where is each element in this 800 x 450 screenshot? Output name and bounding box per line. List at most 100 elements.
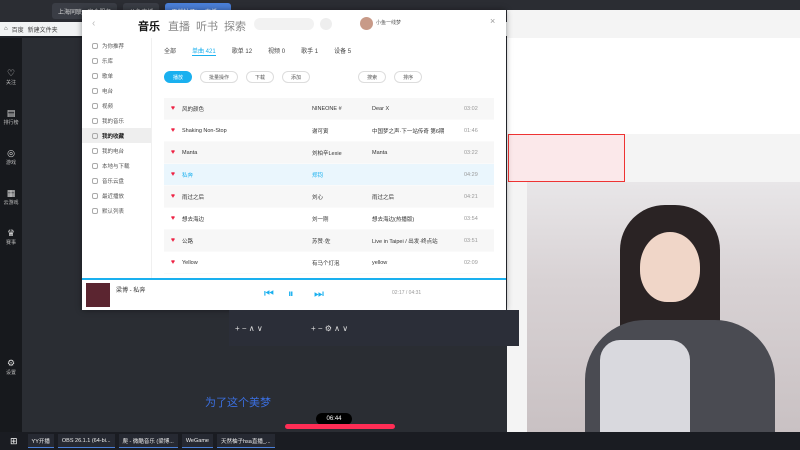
song-duration: 03:22 — [464, 149, 478, 156]
windows-start-icon[interactable]: ⊞ — [4, 436, 24, 447]
sidebar-item[interactable]: 我的音乐 — [82, 113, 151, 128]
sidebar-item-label: 本地与下载 — [102, 163, 130, 170]
heart-icon[interactable]: ♥ — [164, 105, 182, 112]
heart-icon[interactable]: ♥ — [164, 237, 182, 244]
song-title: 公路 — [182, 238, 194, 245]
close-icon[interactable]: × — [490, 16, 495, 26]
rail-item-game[interactable]: ◎ 游戏 — [6, 148, 16, 166]
tab-all[interactable]: 全部 — [164, 46, 176, 56]
nav-live[interactable]: 直播 — [168, 18, 190, 34]
play-all-button[interactable]: 播放 — [164, 71, 193, 83]
taskbar-yy[interactable]: YY开播 — [27, 434, 54, 448]
song-row[interactable]: ♥ Manta 刘柏辛Lexie Manta 03:22 — [164, 142, 494, 164]
sidebar-item-icon — [92, 147, 98, 154]
sidebar-item-label: 我的收藏 — [102, 133, 125, 140]
settings-icon: ⚙ — [6, 358, 16, 368]
sidebar-item-icon — [92, 132, 98, 139]
heart-icon[interactable]: ♥ — [164, 149, 182, 156]
taskbar-obs[interactable]: OBS 26.1.1 (64-bi... — [57, 434, 115, 448]
tab-devices[interactable]: 设备 5 — [334, 46, 351, 56]
song-row[interactable]: ♥ 想去海边 刘一刚 想去海边(热播版) 03:54 — [164, 208, 494, 230]
heart-icon[interactable]: ♥ — [164, 127, 182, 134]
nav-explore[interactable]: 探索 — [224, 18, 246, 34]
rail-item-rank[interactable]: ▤ 排行榜 — [3, 108, 18, 126]
sidebar-item[interactable]: 乐库 — [82, 53, 151, 68]
nav-music[interactable]: 音乐 — [138, 18, 160, 34]
sidebar-item[interactable]: 音乐云盘 — [82, 173, 151, 188]
sidebar-item[interactable]: 我的电台 — [82, 143, 151, 158]
sort-button[interactable]: 排序 — [394, 71, 423, 83]
rank-icon: ▤ — [6, 108, 16, 118]
sidebar-item-label: 歌单 — [102, 73, 114, 80]
mic-icon[interactable] — [320, 18, 332, 30]
rail-item-cloud[interactable]: ▦ 云游戏 — [3, 188, 18, 206]
taskbar-wegame[interactable]: WeGame — [181, 434, 213, 448]
rail-item-follow[interactable]: ♡ 关注 — [6, 68, 16, 86]
sidebar-item-icon — [92, 117, 98, 124]
sidebar-item[interactable]: 最近播放 — [82, 188, 151, 203]
rail-item-settings[interactable]: ⚙ 设置 — [6, 358, 16, 376]
rail-label: 排行榜 — [3, 120, 19, 126]
sidebar-item[interactable]: 本地与下载 — [82, 158, 151, 173]
sidebar-item[interactable]: 歌单 — [82, 68, 151, 83]
sidebar-item[interactable]: 视频 — [82, 98, 151, 113]
heart-icon[interactable]: ♥ — [164, 193, 182, 200]
previous-icon[interactable]: ⏮ — [264, 288, 274, 301]
next-icon[interactable]: ⏭ — [314, 288, 324, 301]
heart-icon[interactable]: ♥ — [164, 171, 182, 178]
album-cover[interactable] — [86, 283, 110, 307]
library-tabs: 全部 单曲 421 歌单 12 视频 0 歌手 1 设备 5 — [164, 46, 351, 56]
webcam-person-shirt — [600, 340, 690, 432]
song-row[interactable]: ♥ 私奔 郑钧 04:29 — [164, 164, 494, 186]
store-icon: ▦ — [6, 188, 16, 198]
song-row[interactable]: ♥ Shaking Non-Stop 谢可寅 中国梦之声·下一站传奇 第6期 01:46 — [164, 120, 494, 142]
song-album: 雨过之后 — [372, 194, 395, 201]
live-status-bar — [285, 424, 395, 429]
playback-time: 02:17 / 04:31 — [392, 290, 422, 296]
tab-songs[interactable]: 单曲 421 — [192, 46, 216, 56]
sidebar-item[interactable]: 为你推荐 — [82, 38, 151, 53]
heart-icon[interactable]: ♥ — [164, 215, 182, 222]
tab-playlists[interactable]: 歌单 12 — [232, 46, 252, 56]
search-input[interactable] — [254, 18, 314, 30]
add-scene-icon[interactable]: + − ⚙ ∧ ∨ — [311, 324, 348, 333]
tab-artists[interactable]: 歌手 1 — [301, 46, 318, 56]
song-duration: 02:09 — [464, 259, 478, 266]
home-icon[interactable]: ⌂ — [4, 26, 8, 32]
add-source-icon[interactable]: + − ∧ ∨ — [235, 324, 263, 333]
nav-audiobook[interactable]: 听书 — [196, 18, 218, 34]
rail-item-events[interactable]: ♛ 赛事 — [6, 228, 16, 246]
sidebar-item-label: 最近播放 — [102, 193, 125, 200]
song-row[interactable]: ♥ 风的颜色 NINEONE # Dear X 03:02 — [164, 98, 494, 120]
avatar[interactable] — [360, 17, 373, 30]
selected-source-box[interactable] — [508, 134, 625, 182]
pause-icon[interactable]: ⏸ — [288, 288, 294, 301]
promo-banner[interactable] — [507, 38, 800, 134]
sidebar-item[interactable]: 电台 — [82, 83, 151, 98]
add-button[interactable]: 添加 — [282, 71, 311, 83]
username[interactable]: 小鱼一线梦 — [376, 19, 401, 26]
tab-videos[interactable]: 视频 0 — [268, 46, 285, 56]
song-duration: 01:46 — [464, 127, 478, 134]
download-button[interactable]: 下载 — [246, 71, 275, 83]
sidebar-item[interactable]: 默认列表 — [82, 203, 151, 218]
search-button[interactable]: 搜索 — [358, 71, 387, 83]
song-row[interactable]: ♥ Yellow 有马个灯泡 yellow 02:09 — [164, 252, 494, 274]
back-icon[interactable]: ‹ — [92, 18, 95, 29]
sidebar-item-icon — [92, 162, 98, 169]
song-artist: 刘柏辛Lexie — [312, 150, 342, 157]
taskbar-browser[interactable]: 天然柚子hsa直播_... — [216, 434, 275, 448]
batch-button[interactable]: 批量操作 — [200, 71, 239, 83]
song-row[interactable]: ♥ 公路 苏赞·佐 Live in Taipei / 出发·终点站 03:51 — [164, 230, 494, 252]
heart-icon[interactable]: ♥ — [164, 259, 182, 266]
song-artist: 刘一刚 — [312, 216, 329, 223]
sidebar-item-label: 视频 — [102, 103, 114, 110]
bookmark-baidu[interactable]: 百度 — [12, 25, 24, 34]
song-row[interactable]: ♥ 雨过之后 刘心 雨过之后 04:21 — [164, 186, 494, 208]
sidebar-item[interactable]: 我的收藏 — [82, 128, 151, 143]
sidebar-item-label: 我的音乐 — [102, 118, 125, 125]
bookmark-folder[interactable]: 新建文件夹 — [28, 25, 58, 34]
sidebar-item-label: 乐库 — [102, 58, 114, 65]
now-playing-title[interactable]: 梁博 - 私奔 — [116, 285, 145, 294]
taskbar-music[interactable]: 爬 - 微酷音乐 (梁博... — [118, 434, 178, 448]
